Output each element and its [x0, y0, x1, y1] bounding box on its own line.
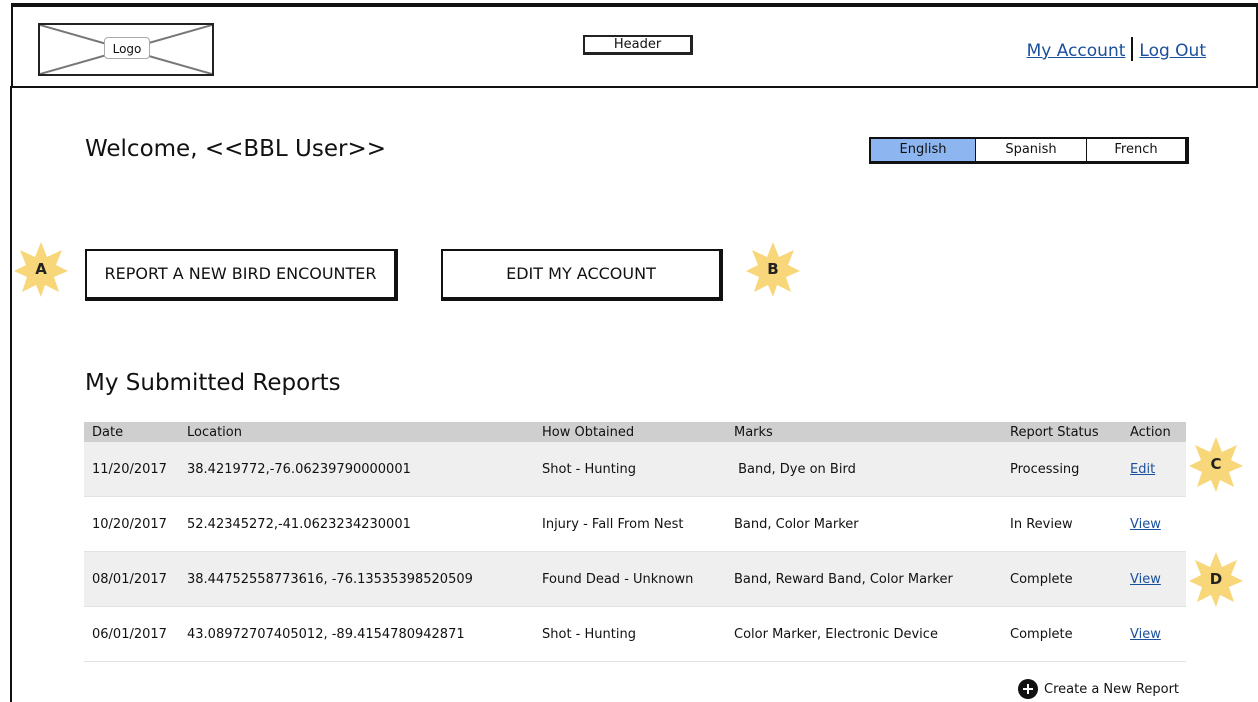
- cell-how-obtained: Injury - Fall From Nest: [542, 516, 684, 532]
- cell-report-status: Complete: [1010, 626, 1073, 642]
- edit-report-link[interactable]: Edit: [1130, 462, 1155, 477]
- cell-report-status: Processing: [1010, 461, 1080, 477]
- language-french-button[interactable]: French: [1087, 139, 1185, 161]
- table-row: 10/20/2017 52.42345272,-41.0623234230001…: [84, 497, 1186, 552]
- view-report-link[interactable]: View: [1130, 517, 1161, 532]
- language-selector: English Spanish French: [869, 137, 1189, 164]
- callout-b-label: B: [767, 260, 779, 278]
- logo-label: Logo: [104, 37, 150, 59]
- report-new-encounter-button[interactable]: REPORT A NEW BIRD ENCOUNTER: [85, 249, 398, 301]
- view-report-link[interactable]: View: [1130, 572, 1161, 587]
- view-report-link[interactable]: View: [1130, 627, 1161, 642]
- cell-location: 38.44752558773616, -76.13535398520509: [187, 571, 473, 587]
- table-header: Date Location How Obtained Marks Report …: [84, 422, 1186, 442]
- page-frame-border: [10, 86, 12, 702]
- log-out-link[interactable]: Log Out: [1139, 41, 1206, 61]
- welcome-heading: Welcome, <<BBL User>>: [85, 136, 387, 162]
- cell-location: 43.08972707405012, -89.4154780942871: [187, 626, 465, 642]
- cell-marks: Band, Dye on Bird: [734, 461, 856, 477]
- table-row: 11/20/2017 38.4219772,-76.06239790000001…: [84, 442, 1186, 497]
- header-label: Header: [583, 35, 693, 55]
- callout-c-label: C: [1210, 455, 1222, 473]
- link-separator: [1131, 37, 1134, 61]
- plus-circle-icon: [1018, 679, 1038, 699]
- column-report-status: Report Status: [1010, 424, 1099, 440]
- cell-date: 11/20/2017: [92, 461, 167, 477]
- cell-date: 06/01/2017: [92, 626, 167, 642]
- create-new-report-label: Create a New Report: [1044, 681, 1180, 697]
- header-bar: Logo Header My Account Log Out: [11, 3, 1258, 88]
- cell-how-obtained: Shot - Hunting: [542, 461, 636, 477]
- create-new-report-link[interactable]: Create a New Report: [1018, 679, 1179, 699]
- column-marks: Marks: [734, 424, 773, 440]
- cell-report-status: Complete: [1010, 571, 1073, 587]
- reports-table: Date Location How Obtained Marks Report …: [84, 422, 1186, 662]
- callout-star-b: B: [744, 240, 802, 298]
- edit-my-account-button[interactable]: EDIT MY ACCOUNT: [441, 249, 723, 301]
- callout-a-label: A: [35, 260, 47, 278]
- column-action: Action: [1130, 424, 1171, 440]
- cell-marks: Band, Color Marker: [734, 516, 859, 532]
- logo-placeholder: Logo: [38, 23, 214, 76]
- submitted-reports-title: My Submitted Reports: [85, 370, 341, 396]
- cell-location: 38.4219772,-76.06239790000001: [187, 461, 411, 477]
- cell-how-obtained: Shot - Hunting: [542, 626, 636, 642]
- top-links: My Account Log Out: [1027, 37, 1206, 61]
- column-date: Date: [92, 424, 124, 440]
- language-english-button[interactable]: English: [871, 139, 976, 161]
- cell-how-obtained: Found Dead - Unknown: [542, 571, 694, 587]
- callout-star-a: A: [12, 240, 70, 298]
- cell-date: 10/20/2017: [92, 516, 167, 532]
- callout-star-c: C: [1187, 435, 1245, 493]
- callout-star-d: D: [1187, 550, 1245, 608]
- callout-d-label: D: [1209, 570, 1223, 588]
- column-how-obtained: How Obtained: [542, 424, 635, 440]
- cell-marks: Color Marker, Electronic Device: [734, 626, 938, 642]
- my-account-link[interactable]: My Account: [1027, 41, 1126, 61]
- table-row: 06/01/2017 43.08972707405012, -89.415478…: [84, 607, 1186, 662]
- cell-report-status: In Review: [1010, 516, 1073, 532]
- cell-location: 52.42345272,-41.0623234230001: [187, 516, 411, 532]
- table-row: 08/01/2017 38.44752558773616, -76.135353…: [84, 552, 1186, 607]
- cell-marks: Band, Reward Band, Color Marker: [734, 571, 953, 587]
- column-location: Location: [187, 424, 242, 440]
- language-spanish-button[interactable]: Spanish: [976, 139, 1087, 161]
- cell-date: 08/01/2017: [92, 571, 167, 587]
